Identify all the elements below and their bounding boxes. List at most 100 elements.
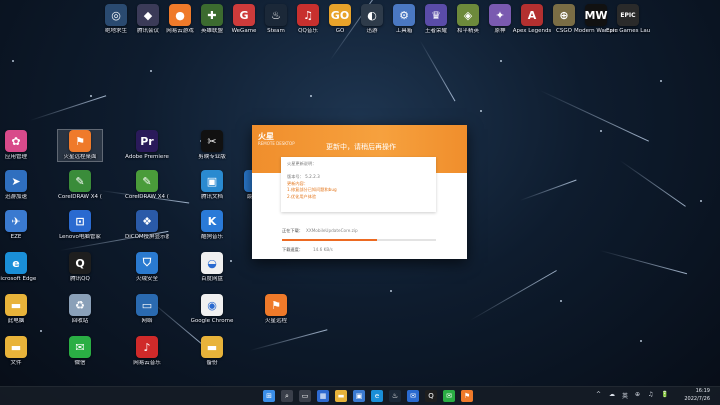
app-icon: ▭ — [136, 294, 158, 316]
desktop-icon-label: 备份 — [206, 360, 218, 366]
app-icon: ⚙ — [393, 4, 415, 26]
tray-icon[interactable]: ⊕ — [635, 391, 640, 398]
file-explorer-icon[interactable]: ▬ — [335, 390, 347, 402]
download-label: 正在下载： — [282, 228, 303, 233]
desktop-icon[interactable]: ♪ 网易云音乐 — [125, 336, 169, 367]
taskbar-clock[interactable]: 16:19 2022/7/26 — [684, 388, 710, 403]
mars-remote-icon[interactable]: ⚑ — [461, 390, 473, 402]
tray-icon[interactable]: 英 — [622, 391, 628, 400]
wallpaper-star — [560, 300, 562, 302]
tray-icon[interactable]: ♫ — [648, 391, 653, 398]
app-icon: ⊕ — [553, 4, 575, 26]
qq-icon[interactable]: Q — [425, 390, 437, 402]
desktop-icon-label: 应用管理 — [4, 154, 27, 160]
tray-icon[interactable]: ^ — [596, 391, 601, 398]
desktop-icon[interactable]: ✈ EZE — [0, 210, 38, 241]
start-icon[interactable]: ⊞ — [263, 390, 275, 402]
app-icon: ✿ — [5, 130, 27, 152]
tray-icon[interactable]: 🔋 — [661, 391, 668, 398]
desktop-icon-label: Epic Games Launcher — [606, 28, 650, 34]
download-speed: 下载速度： 14.6 KB/s — [282, 247, 333, 253]
app-icon: EPIC — [617, 4, 639, 26]
desktop-icon[interactable]: ✉ 微信 — [58, 336, 102, 367]
app-icon: e — [5, 252, 27, 274]
search-icon[interactable]: ⌕ — [281, 390, 293, 402]
wallpaper-star — [500, 60, 502, 62]
app-icon: ♛ — [425, 4, 447, 26]
wallpaper-star — [480, 110, 482, 112]
desktop-icon-label: 网络 — [141, 318, 153, 324]
progress-bar-fill — [282, 239, 378, 241]
desktop-icon[interactable]: Q 腾讯QQ — [58, 252, 102, 283]
app-icon: ✈ — [5, 210, 27, 232]
desktop-icon[interactable]: ⊡ Lenovo电脑管家 — [58, 210, 102, 241]
desktop-icon[interactable]: ✎ CorelDRAW X4 (32位) — [125, 170, 169, 201]
desktop-icon[interactable]: ♻ 回收站 — [58, 294, 102, 325]
edge-icon[interactable]: e — [371, 390, 383, 402]
desktop-icon[interactable]: ▣ 腾讯文档 — [190, 170, 234, 201]
desktop-icon[interactable]: ▬ 此电脑 — [0, 294, 38, 325]
clock-time: 16:19 — [695, 388, 710, 394]
desktop-icon[interactable]: ➤ 迅游加速 — [0, 170, 38, 201]
desktop-icon-label: CorelDRAW X4 (32位) — [125, 194, 169, 200]
update-note-line: 2.优化用户体验 — [287, 193, 317, 199]
app-icon: ✎ — [69, 170, 91, 192]
wallpaper-star — [150, 70, 152, 72]
wallpaper-star — [40, 330, 42, 332]
desktop-icon-label: Adobe Premiere — [125, 154, 169, 160]
app-icon: G — [233, 4, 255, 26]
app-icon: ⊡ — [69, 210, 91, 232]
app-icon: ♪ — [136, 336, 158, 358]
app-icon: ◎ — [105, 4, 127, 26]
desktop-icon-label: 酷狗音乐 — [200, 234, 223, 240]
app-icon: ◐ — [361, 4, 383, 26]
app-icon: ◈ — [457, 4, 479, 26]
wallpaper-star — [310, 95, 312, 97]
desktop-icon-label: 网易云音乐 — [133, 360, 161, 366]
desktop-icon[interactable]: ❖ DiCOM投屏显示器 — [125, 210, 169, 241]
desktop-icon[interactable]: e Microsoft Edge — [0, 252, 38, 283]
app-icon: ❖ — [136, 210, 158, 232]
wallpaper-star — [90, 95, 92, 97]
desktop-icon[interactable]: ▬ 备份 — [190, 336, 234, 367]
desktop-icon-label: 百度网盘 — [200, 276, 223, 282]
desktop-icon-label: 文件 — [10, 360, 22, 366]
desktop-icon[interactable]: K 酷狗音乐 — [190, 210, 234, 241]
wechat-icon[interactable]: ✉ — [443, 390, 455, 402]
desktop-icon[interactable]: ▬ 文件 — [0, 336, 38, 367]
app-icon: K — [201, 210, 223, 232]
desktop-icon[interactable]: ✂ 剪映专业版 — [190, 130, 234, 161]
app-icon: ✂ — [201, 130, 223, 152]
steam-icon[interactable]: ♨ — [389, 390, 401, 402]
mail-icon[interactable]: ✉ — [407, 390, 419, 402]
desktop-icon[interactable]: ✎ CorelDRAW X4 (32位) 精... — [58, 170, 102, 201]
app-icon: ♻ — [69, 294, 91, 316]
microsoft-store-icon[interactable]: ▣ — [353, 390, 365, 402]
wallpaper-star — [660, 80, 662, 82]
speed-label: 下载速度： — [282, 247, 303, 252]
task-view-icon[interactable]: ▭ — [299, 390, 311, 402]
desktop-icon[interactable]: ◒ 百度网盘 — [190, 252, 234, 283]
desktop-icon[interactable]: Pr Adobe Premiere — [125, 130, 169, 161]
desktop-icon-label: Lenovo电脑管家 — [59, 234, 101, 240]
wallpaper-star — [640, 340, 642, 342]
wallpaper-streak — [539, 90, 649, 142]
desktop-icon-label: 火星远程 — [264, 318, 287, 324]
desktop-icon[interactable]: ✿ 应用管理 — [0, 130, 38, 161]
app-icon: ✎ — [136, 170, 158, 192]
app-logo-subtitle: REMOTE DESKTOP — [258, 141, 295, 146]
app-icon: ✉ — [69, 336, 91, 358]
widgets-icon[interactable]: ▦ — [317, 390, 329, 402]
desktop-icon[interactable]: ⛉ 火绒安全 — [125, 252, 169, 283]
app-icon: A — [521, 4, 543, 26]
desktop-icon[interactable]: ◉ Google Chrome — [190, 294, 234, 325]
wallpaper-streak — [419, 40, 456, 102]
desktop-icon-label: 回收站 — [71, 318, 89, 324]
desktop-icon[interactable]: ▭ 网络 — [125, 294, 169, 325]
desktop-icon[interactable]: EPIC Epic Games Launcher — [606, 4, 650, 35]
update-note-line: 1.修复部分已知问题和bug — [287, 187, 337, 193]
desktop-icon[interactable]: ⚑ 火星远程 — [254, 294, 298, 325]
tray-icon[interactable]: ☁ — [609, 391, 615, 398]
desktop-icon[interactable]: ⚑ 火星远程桌面 — [57, 129, 103, 162]
desktop-icon-label: Microsoft Edge — [0, 276, 37, 282]
